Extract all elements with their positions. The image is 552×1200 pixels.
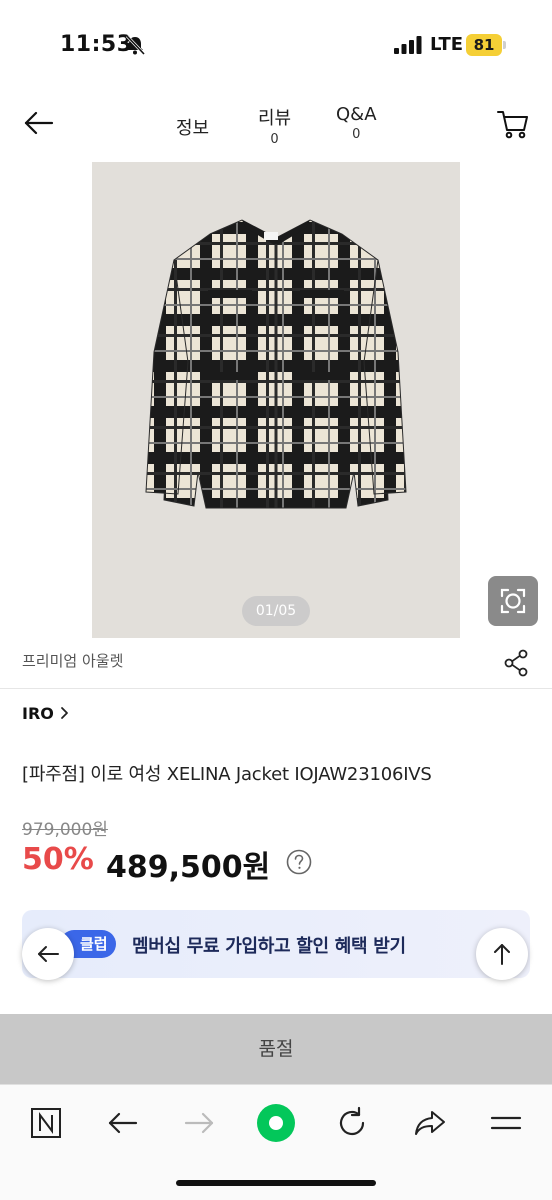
reload-icon[interactable] [332, 1103, 372, 1143]
share-icon[interactable] [502, 648, 530, 678]
tab-qa-count: 0 [352, 127, 361, 142]
sale-price: 489,500원 [106, 850, 271, 885]
arrow-up-icon [494, 944, 510, 965]
battery-icon: 81 [466, 34, 506, 56]
arrow-left-icon [38, 946, 59, 962]
question-circle-icon[interactable] [286, 849, 312, 875]
forward-arrow-icon[interactable] [180, 1103, 220, 1143]
divider [0, 688, 552, 689]
menu-icon[interactable] [486, 1103, 526, 1143]
soldout-button[interactable]: 품절 [0, 1014, 552, 1084]
product-image[interactable]: 01/05 [92, 162, 460, 638]
tab-qa-label: Q&A [336, 104, 377, 125]
chevron-right-icon[interactable] [60, 706, 70, 720]
product-title: [파주점] 이로 여성 XELINA Jacket IOJAW23106IVS [22, 764, 432, 785]
tab-review[interactable]: 리뷰 0 [258, 104, 291, 147]
jacket-photo [145, 219, 407, 509]
back-arrow-icon[interactable] [102, 1103, 142, 1143]
home-indicator [176, 1180, 376, 1186]
naver-n-icon[interactable] [26, 1103, 66, 1143]
battery-level: 81 [473, 36, 495, 54]
tab-info-label: 정보 [176, 118, 210, 139]
tab-qa[interactable]: Q&A 0 [336, 104, 377, 142]
tab-review-label: 리뷰 [258, 108, 292, 129]
bell-muted-icon [125, 34, 146, 56]
page-back-button[interactable] [22, 928, 74, 980]
status-bar: 11:53 LTE 81 [0, 0, 552, 90]
status-time: 11:53 [60, 32, 133, 57]
membership-banner[interactable]: 클럽 멤버십 무료 가입하고 할인 혜택 받기 [22, 910, 530, 978]
seller-label: 프리미엄 아울렛 [22, 652, 124, 670]
tab-info[interactable]: 정보 [176, 114, 209, 140]
product-header: 정보 리뷰 0 Q&A 0 [0, 96, 552, 152]
back-arrow-icon[interactable] [22, 108, 54, 138]
green-home-icon[interactable] [256, 1103, 296, 1143]
network-label: LTE [430, 34, 464, 55]
original-price: 979,000원 [22, 820, 108, 840]
image-search-button[interactable] [488, 576, 538, 626]
signal-icon [394, 36, 422, 54]
camera-lens-icon [500, 588, 526, 614]
share-arrow-icon[interactable] [410, 1103, 450, 1143]
scroll-top-button[interactable] [476, 928, 528, 980]
membership-text: 멤버십 무료 가입하고 할인 혜택 받기 [132, 936, 406, 957]
image-counter: 01/05 [242, 596, 310, 626]
tab-review-count: 0 [270, 132, 279, 147]
cart-icon[interactable] [496, 108, 530, 140]
brand-link[interactable]: IRO [22, 704, 54, 723]
discount-rate: 50% [22, 842, 94, 877]
